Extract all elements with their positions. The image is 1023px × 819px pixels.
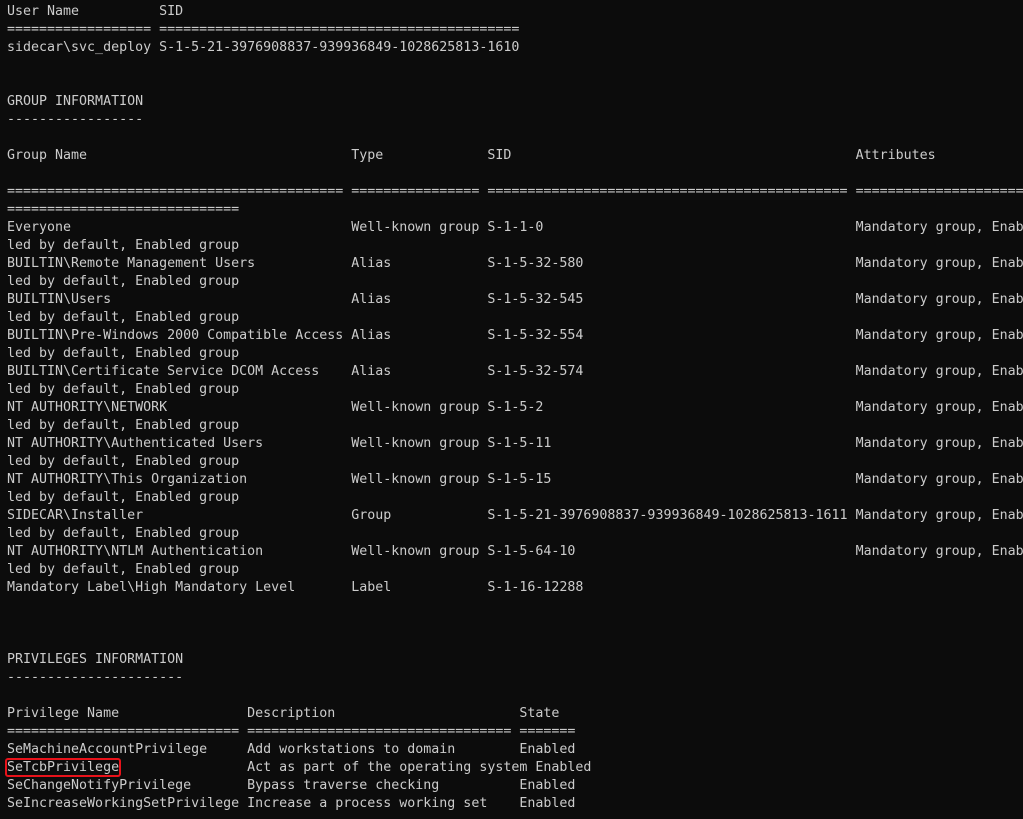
group-row-wrap: led by default, Enabled group <box>7 454 240 469</box>
group-row-wrap: led by default, Enabled group <box>7 382 240 397</box>
group-row-wrap: led by default, Enabled group <box>7 346 240 361</box>
group-row-wrap: led by default, Enabled group <box>7 526 240 541</box>
privilege-row: SeIncreaseWorkingSetPrivilege Increase a… <box>7 796 576 811</box>
privilege-table-header: Privilege Name Description State <box>7 706 560 721</box>
group-row: Mandatory Label\High Mandatory Level Lab… <box>7 580 584 595</box>
header-divider: ================== =====================… <box>7 22 520 37</box>
group-row: Everyone Well-known group S-1-1-0 Mandat… <box>7 220 1023 235</box>
group-row-wrap: led by default, Enabled group <box>7 274 240 289</box>
group-row-wrap: led by default, Enabled group <box>7 310 240 325</box>
group-row: BUILTIN\Users Alias S-1-5-32-545 Mandato… <box>7 292 1023 307</box>
header-user-name-sid: User Name SID <box>7 4 184 19</box>
terminal-output: User Name SID ================== =======… <box>0 0 1023 819</box>
privilege-row-highlighted: SeTcbPrivilege Act as part of the operat… <box>4 758 592 777</box>
group-row-wrap: led by default, Enabled group <box>7 418 240 433</box>
group-table-divider: ========================================… <box>7 184 1023 199</box>
group-row: BUILTIN\Remote Management Users Alias S-… <box>7 256 1023 271</box>
group-row: BUILTIN\Certificate Service DCOM Access … <box>7 364 1023 379</box>
group-row-wrap: led by default, Enabled group <box>7 490 240 505</box>
group-row: NT AUTHORITY\NTLM Authentication Well-kn… <box>7 544 1023 559</box>
user-row: sidecar\svc_deploy S-1-5-21-3976908837-9… <box>7 40 520 55</box>
group-row-wrap: led by default, Enabled group <box>7 562 240 577</box>
privilege-row-rest: Act as part of the operating system Enab… <box>119 760 592 775</box>
group-row: NT AUTHORITY\Authenticated Users Well-kn… <box>7 436 1023 451</box>
privilege-row: SeChangeNotifyPrivilege Bypass traverse … <box>7 778 576 793</box>
section-underline: ---------------------- <box>7 670 184 685</box>
group-row: SIDECAR\Installer Group S-1-5-21-3976908… <box>7 508 1023 523</box>
group-table-divider-wrap: ============================= <box>7 202 240 217</box>
section-title-privileges: PRIVILEGES INFORMATION <box>7 652 184 667</box>
group-row: BUILTIN\Pre-Windows 2000 Compatible Acce… <box>7 328 1023 343</box>
privilege-row: SeMachineAccountPrivilege Add workstatio… <box>7 742 576 757</box>
highlight-box-setcbprivilege: SeTcbPrivilege <box>4 758 122 777</box>
group-row-wrap: led by default, Enabled group <box>7 238 240 253</box>
privilege-table-divider: ============================= ==========… <box>7 724 576 739</box>
section-underline: ----------------- <box>7 112 144 127</box>
group-table-header: Group Name Type SID Attributes <box>7 148 936 163</box>
group-row: NT AUTHORITY\This Organization Well-know… <box>7 472 1023 487</box>
section-title-groups: GROUP INFORMATION <box>7 94 144 109</box>
group-row: NT AUTHORITY\NETWORK Well-known group S-… <box>7 400 1023 415</box>
